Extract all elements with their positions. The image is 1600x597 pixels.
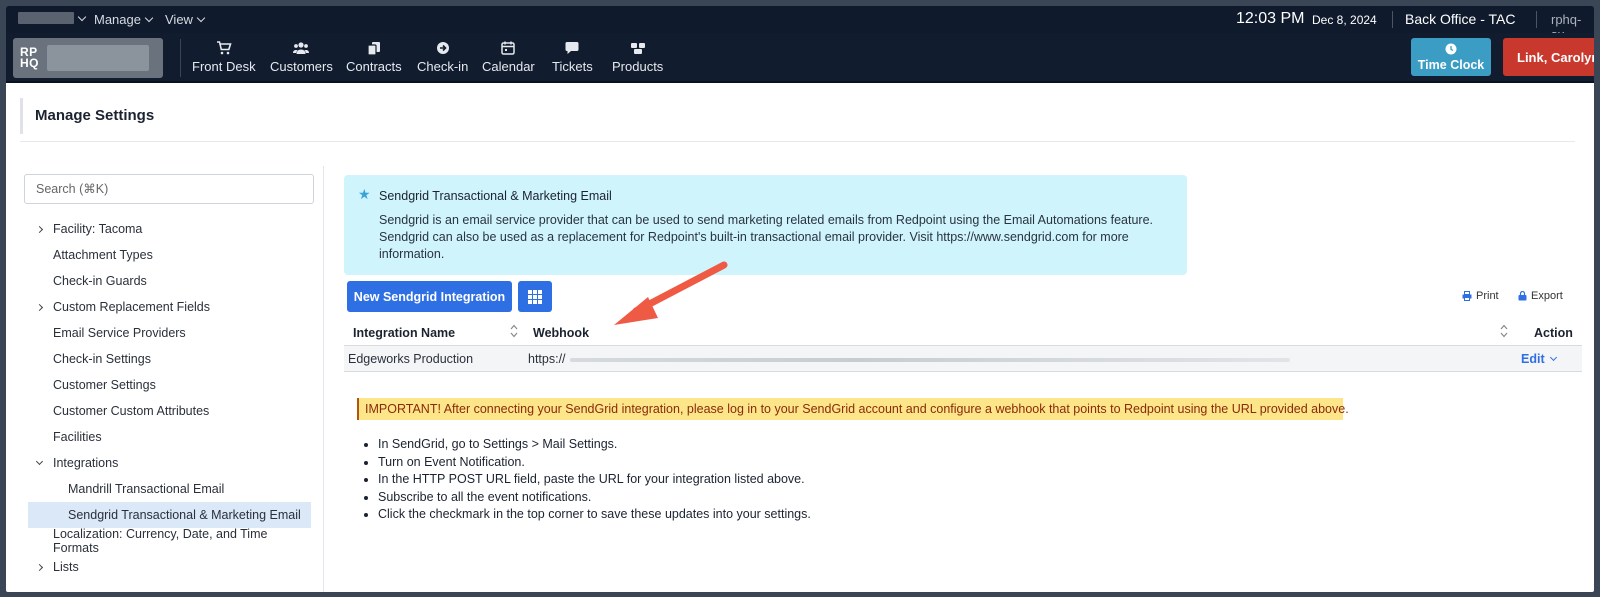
logo[interactable]: RP HQ — [13, 38, 163, 78]
column-integration-name[interactable]: Integration Name — [353, 326, 455, 340]
chevron-right-icon — [35, 225, 44, 233]
sidebar-item-facilities[interactable]: Facilities — [24, 424, 314, 450]
grid-icon — [528, 289, 542, 304]
settings-sidebar: Facility: Tacoma Attachment Types Check-… — [24, 166, 324, 592]
list-item: Turn on Event Notification. — [378, 454, 811, 472]
table-header: Integration Name Webhook Action — [344, 319, 1582, 346]
account-name-redacted — [18, 12, 74, 24]
clock-date: Dec 8, 2024 — [1312, 13, 1377, 27]
users-icon — [293, 42, 310, 54]
chevron-right-icon — [35, 303, 44, 311]
sidebar-item-lists[interactable]: Lists — [24, 554, 314, 580]
nav-check-in[interactable]: Check-in — [417, 41, 468, 74]
lock-icon — [1518, 291, 1527, 301]
clock-icon — [1445, 43, 1457, 54]
sidebar-item-facility-tacoma[interactable]: Facility: Tacoma — [24, 216, 314, 242]
main-nav: RP HQ Front Desk Customers Contracts Che… — [6, 33, 1594, 83]
chat-icon — [565, 42, 579, 54]
boxes-icon — [630, 43, 645, 54]
account-switcher[interactable] — [18, 12, 87, 24]
time-clock-button[interactable]: Time Clock — [1411, 38, 1491, 76]
chevron-down-icon — [144, 13, 154, 23]
printer-icon — [1462, 291, 1472, 301]
sidebar-item-sendgrid[interactable]: Sendgrid Transactional & Marketing Email — [28, 502, 311, 528]
sort-icon[interactable] — [1500, 324, 1508, 338]
divider — [20, 141, 1575, 142]
sidebar-item-localization[interactable]: Localization: Currency, Date, and Time F… — [24, 527, 314, 555]
cart-icon — [216, 41, 232, 55]
sidebar-item-customer-custom-attributes[interactable]: Customer Custom Attributes — [24, 398, 314, 424]
sidebar-item-email-service-providers[interactable]: Email Service Providers — [24, 320, 314, 346]
list-item: In SendGrid, go to Settings > Mail Setti… — [378, 436, 811, 454]
column-chooser-button[interactable] — [518, 281, 552, 312]
edit-button[interactable]: Edit — [1521, 352, 1557, 366]
info-alert: ★ Sendgrid Transactional & Marketing Ema… — [344, 175, 1187, 275]
nav-customers[interactable]: Customers — [270, 41, 333, 74]
logo-text: RP HQ — [20, 45, 39, 70]
star-icon: ★ — [358, 186, 371, 202]
chevron-right-icon — [35, 563, 44, 571]
logo-name-redacted — [47, 45, 149, 71]
nav-front-desk[interactable]: Front Desk — [192, 41, 256, 74]
list-item: Click the checkmark in the top corner to… — [378, 506, 811, 524]
settings-search-input[interactable] — [24, 174, 314, 204]
nav-calendar[interactable]: Calendar — [482, 41, 535, 74]
table-row[interactable]: Edgeworks Production https:// Edit — [344, 346, 1582, 372]
office-selector[interactable]: Back Office - TAC — [1405, 11, 1515, 27]
alert-body: Sendgrid is an email service provider th… — [379, 213, 1154, 261]
view-menu[interactable]: View — [165, 12, 206, 27]
chevron-down-icon — [196, 13, 206, 23]
alert-title: Sendgrid Transactional & Marketing Email — [379, 189, 612, 203]
nav-tickets[interactable]: Tickets — [552, 41, 593, 74]
top-bar: Manage View 12:03 PM Dec 8, 2024 Back Of… — [6, 6, 1594, 42]
print-button[interactable]: Print — [1462, 290, 1499, 302]
integration-name-cell: Edgeworks Production — [348, 352, 474, 366]
divider — [180, 39, 181, 77]
sidebar-item-attachment-types[interactable]: Attachment Types — [24, 242, 314, 268]
arrow-circle-icon — [436, 42, 449, 54]
divider — [1536, 11, 1537, 28]
chevron-down-icon — [35, 457, 44, 466]
sidebar-item-integrations[interactable]: Integrations — [24, 450, 314, 476]
copy-icon — [367, 42, 380, 55]
sort-icon[interactable] — [510, 324, 518, 338]
app-window: Manage View 12:03 PM Dec 8, 2024 Back Of… — [6, 6, 1594, 592]
setup-steps-list: In SendGrid, go to Settings > Mail Setti… — [366, 436, 811, 524]
sidebar-item-check-in-guards[interactable]: Check-in Guards — [24, 268, 314, 294]
important-notice: IMPORTANT! After connecting your SendGri… — [357, 398, 1349, 420]
user-menu-button[interactable]: Link, Carolyn — [1503, 38, 1594, 76]
nav-contracts[interactable]: Contracts — [346, 41, 402, 74]
annotation-arrow-icon — [614, 261, 728, 325]
sidebar-item-check-in-settings[interactable]: Check-in Settings — [24, 346, 314, 372]
nav-products[interactable]: Products — [612, 41, 663, 74]
webhook-url-redacted — [569, 357, 1290, 362]
sidebar-item-custom-replacement-fields[interactable]: Custom Replacement Fields — [24, 294, 314, 320]
column-webhook[interactable]: Webhook — [533, 326, 589, 340]
chevron-down-icon — [77, 12, 87, 21]
manage-menu[interactable]: Manage — [94, 12, 154, 27]
new-sendgrid-integration-button[interactable]: New Sendgrid Integration — [347, 281, 512, 312]
sidebar-item-customer-settings[interactable]: Customer Settings — [24, 372, 314, 398]
clock-time: 12:03 PM — [1236, 10, 1305, 27]
chevron-down-icon — [1549, 353, 1557, 362]
page-title: Manage Settings — [35, 107, 155, 124]
list-item: Subscribe to all the event notifications… — [378, 489, 811, 507]
webhook-cell: https:// — [528, 352, 1290, 366]
list-item: In the HTTP POST URL field, paste the UR… — [378, 471, 811, 489]
page-header: Manage Settings — [20, 98, 154, 134]
export-button[interactable]: Export — [1518, 290, 1563, 302]
calendar-icon — [501, 41, 516, 55]
sidebar-item-mandrill[interactable]: Mandrill Transactional Email — [24, 476, 314, 502]
divider — [1392, 11, 1393, 28]
column-action: Action — [1534, 326, 1573, 340]
